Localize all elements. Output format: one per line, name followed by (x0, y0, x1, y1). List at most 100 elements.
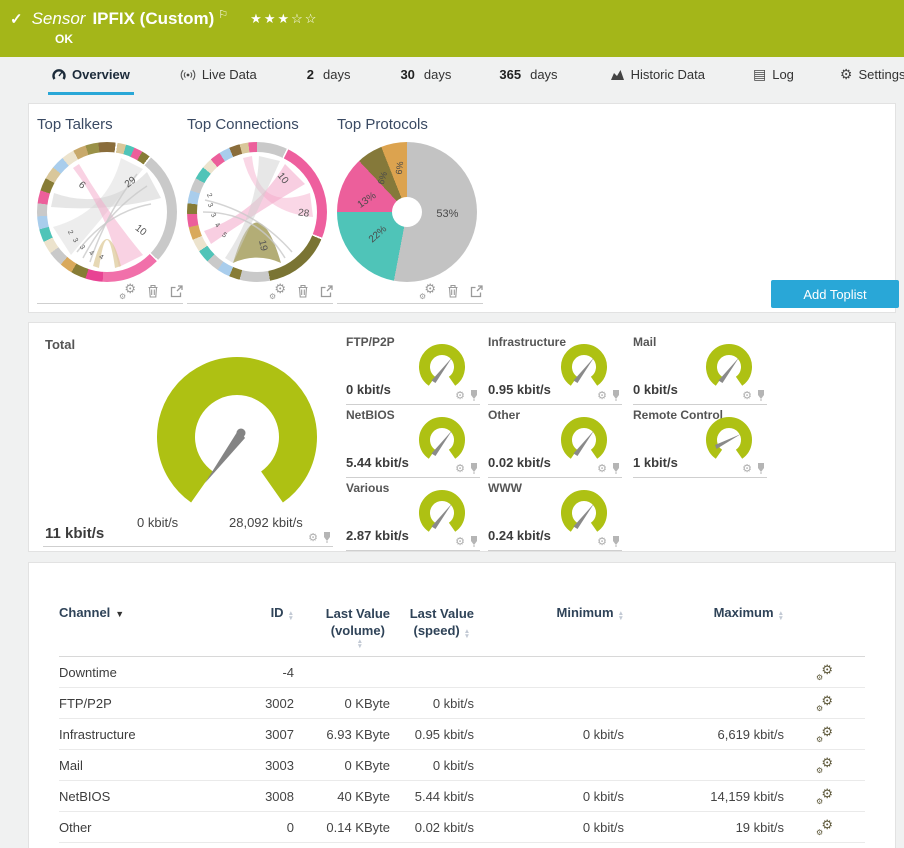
cell-id: 3002 (265, 695, 294, 711)
channel-gauge (419, 343, 465, 386)
channel-gauge (419, 416, 465, 459)
cell-channel: FTP/P2P (59, 695, 112, 711)
channel-settings-icon[interactable]: ⚙ ⚙ (816, 662, 833, 682)
gauge-gear-icon[interactable]: ⚙ (742, 462, 752, 475)
gauge-gear-icon[interactable]: ⚙ (597, 535, 607, 548)
status-ok-icon: ✓ (10, 11, 23, 28)
gauge-pin-icon[interactable] (612, 390, 620, 401)
delete-toplist-icon[interactable] (447, 284, 459, 298)
delete-toplist-icon[interactable] (297, 284, 309, 298)
channel-settings-icon[interactable]: ⚙ ⚙ (816, 693, 833, 713)
gauge-max-label: 28,092 kbit/s (229, 515, 303, 530)
gauge-pin-icon[interactable] (470, 390, 478, 401)
toplist-title: Top Talkers (37, 116, 113, 133)
gauge-gear-icon[interactable]: ⚙ (455, 535, 465, 548)
table-row-other: Other 0 0.14 KByte 0.02 kbit/s 0 kbit/s … (59, 812, 865, 843)
table-row-ftp-p2p: FTP/P2P 3002 0 KByte 0 kbit/s ⚙ ⚙ (59, 688, 865, 719)
cell-volume: 0 KByte (344, 757, 390, 773)
gauge-label: Total (45, 337, 76, 352)
add-toplist-button[interactable]: Add Toplist (771, 280, 899, 308)
cell-speed: 0.02 kbit/s (414, 819, 474, 835)
priority-stars[interactable]: ★★★☆☆ (250, 11, 318, 27)
sensor-title: IPFIX (Custom) (92, 9, 215, 28)
column-header-minimum[interactable]: Minimum ▲ ▼ (474, 605, 625, 656)
gauge-value: 5.44 kbit/s (346, 455, 409, 470)
cell-minimum: 0 kbit/s (582, 726, 624, 742)
column-header-channel[interactable]: Channel ▼ (59, 605, 234, 656)
open-toplist-icon[interactable] (470, 284, 483, 298)
tab-label: Settings (858, 67, 904, 82)
gauge-icon (52, 68, 66, 80)
gauge-label: NetBIOS (346, 408, 395, 422)
gauge-value: 0.02 kbit/s (488, 455, 551, 470)
gauge-pin-icon[interactable] (470, 536, 478, 547)
toplist-settings-icon[interactable]: ⚙ ⚙ (119, 281, 136, 301)
top-connections-chord-chart[interactable]: 10 28 19 2 3 3 4 5 (187, 142, 327, 282)
channel-settings-icon[interactable]: ⚙ ⚙ (816, 755, 833, 775)
log-icon: ▤ (752, 66, 767, 82)
tab-label: days (530, 67, 558, 82)
toplist-settings-icon[interactable]: ⚙ ⚙ (269, 281, 286, 301)
tab-historic-data[interactable]: Historic Data (606, 57, 709, 95)
sort-icon[interactable]: ▲ ▼ (357, 638, 363, 650)
gauge-pin-icon[interactable] (470, 463, 478, 474)
gauge-gear-icon[interactable]: ⚙ (455, 389, 465, 402)
channel-gauge (419, 489, 465, 532)
tab-bar: Overview Live Data 2 days 30 days 365 da… (0, 57, 904, 95)
gauge-gear-icon[interactable]: ⚙ (597, 462, 607, 475)
cell-id: -4 (282, 664, 294, 680)
delete-toplist-icon[interactable] (147, 284, 159, 298)
flag-icon[interactable]: ⚐ (218, 8, 228, 21)
toplist-title: Top Protocols (337, 116, 428, 133)
top-protocols-pie-chart[interactable]: 53% 22% 13% 6% 6% (337, 142, 477, 282)
cell-minimum: 0 kbit/s (582, 788, 624, 804)
sensor-header: ✓ Sensor IPFIX (Custom) ⚐ ★★★☆☆ OK (0, 0, 904, 57)
cell-channel: Infrastructure (59, 726, 136, 742)
pie-hole (392, 197, 422, 227)
toplist-settings-icon[interactable]: ⚙ ⚙ (419, 281, 436, 301)
tab-overview[interactable]: Overview (48, 57, 134, 95)
tab-settings[interactable]: ⚙ Settings (836, 57, 904, 95)
total-gauge (157, 357, 317, 503)
top-talkers-chord-chart[interactable]: 6 29 10 2 3 3 4 4 (37, 142, 177, 282)
object-kind-label: Sensor (31, 9, 86, 28)
gauge-label: Other (488, 408, 521, 422)
tab-2-days[interactable]: 2 days (303, 57, 355, 95)
column-header-last-value-volume[interactable]: Last Value (volume) ▲ ▼ (294, 605, 390, 656)
gauge-label: WWW (488, 481, 522, 495)
gauge-pin-icon[interactable] (757, 463, 765, 474)
gauge-pin-icon[interactable] (612, 536, 620, 547)
tab-30-days[interactable]: 30 days (396, 57, 455, 95)
tab-log[interactable]: ▤ Log (749, 57, 798, 95)
cell-id: 0 (286, 819, 294, 835)
tab-live-data[interactable]: Live Data (176, 57, 261, 95)
cell-volume: 6.93 KByte (326, 726, 390, 742)
gauge-pin-icon[interactable] (323, 532, 331, 543)
sort-icon[interactable]: ▲ ▼ (464, 628, 470, 640)
tab-365-days[interactable]: 365 days (495, 57, 561, 95)
column-header-last-value-speed[interactable]: Last Value (speed) ▲ ▼ (390, 605, 474, 656)
gauge-cell-remote-control: Remote Control 1 kbit/s ⚙ (633, 408, 767, 478)
channel-settings-icon[interactable]: ⚙ ⚙ (816, 724, 833, 744)
table-row-netbios: NetBIOS 3008 40 KByte 5.44 kbit/s 0 kbit… (59, 781, 865, 812)
cell-volume: 40 KByte (337, 788, 390, 804)
gauge-value: 11 kbit/s (45, 525, 105, 542)
gauge-pin-icon[interactable] (612, 463, 620, 474)
open-toplist-icon[interactable] (320, 284, 333, 298)
channel-gauge (561, 489, 607, 532)
gauge-pin-icon[interactable] (757, 390, 765, 401)
gauge-gear-icon[interactable]: ⚙ (308, 531, 318, 544)
gauge-gear-icon[interactable]: ⚙ (742, 389, 752, 402)
table-header-row: Channel ▼ ID ▲ ▼ Last Value (volume) ▲ ▼ Las… (59, 563, 865, 657)
column-header-maximum[interactable]: Maximum ▲ ▼ (624, 605, 784, 656)
column-header-id[interactable]: ID ▲ ▼ (234, 605, 294, 656)
gauge-gear-icon[interactable]: ⚙ (597, 389, 607, 402)
channel-table-panel: Channel ▼ ID ▲ ▼ Last Value (volume) ▲ ▼ Las… (28, 562, 896, 848)
chord-label: 28 (296, 207, 310, 220)
chord-ribbons (51, 158, 161, 268)
gauge-label: FTP/P2P (346, 335, 395, 349)
channel-settings-icon[interactable]: ⚙ ⚙ (816, 786, 833, 806)
open-toplist-icon[interactable] (170, 284, 183, 298)
channel-settings-icon[interactable]: ⚙ ⚙ (816, 817, 833, 837)
gauge-gear-icon[interactable]: ⚙ (455, 462, 465, 475)
